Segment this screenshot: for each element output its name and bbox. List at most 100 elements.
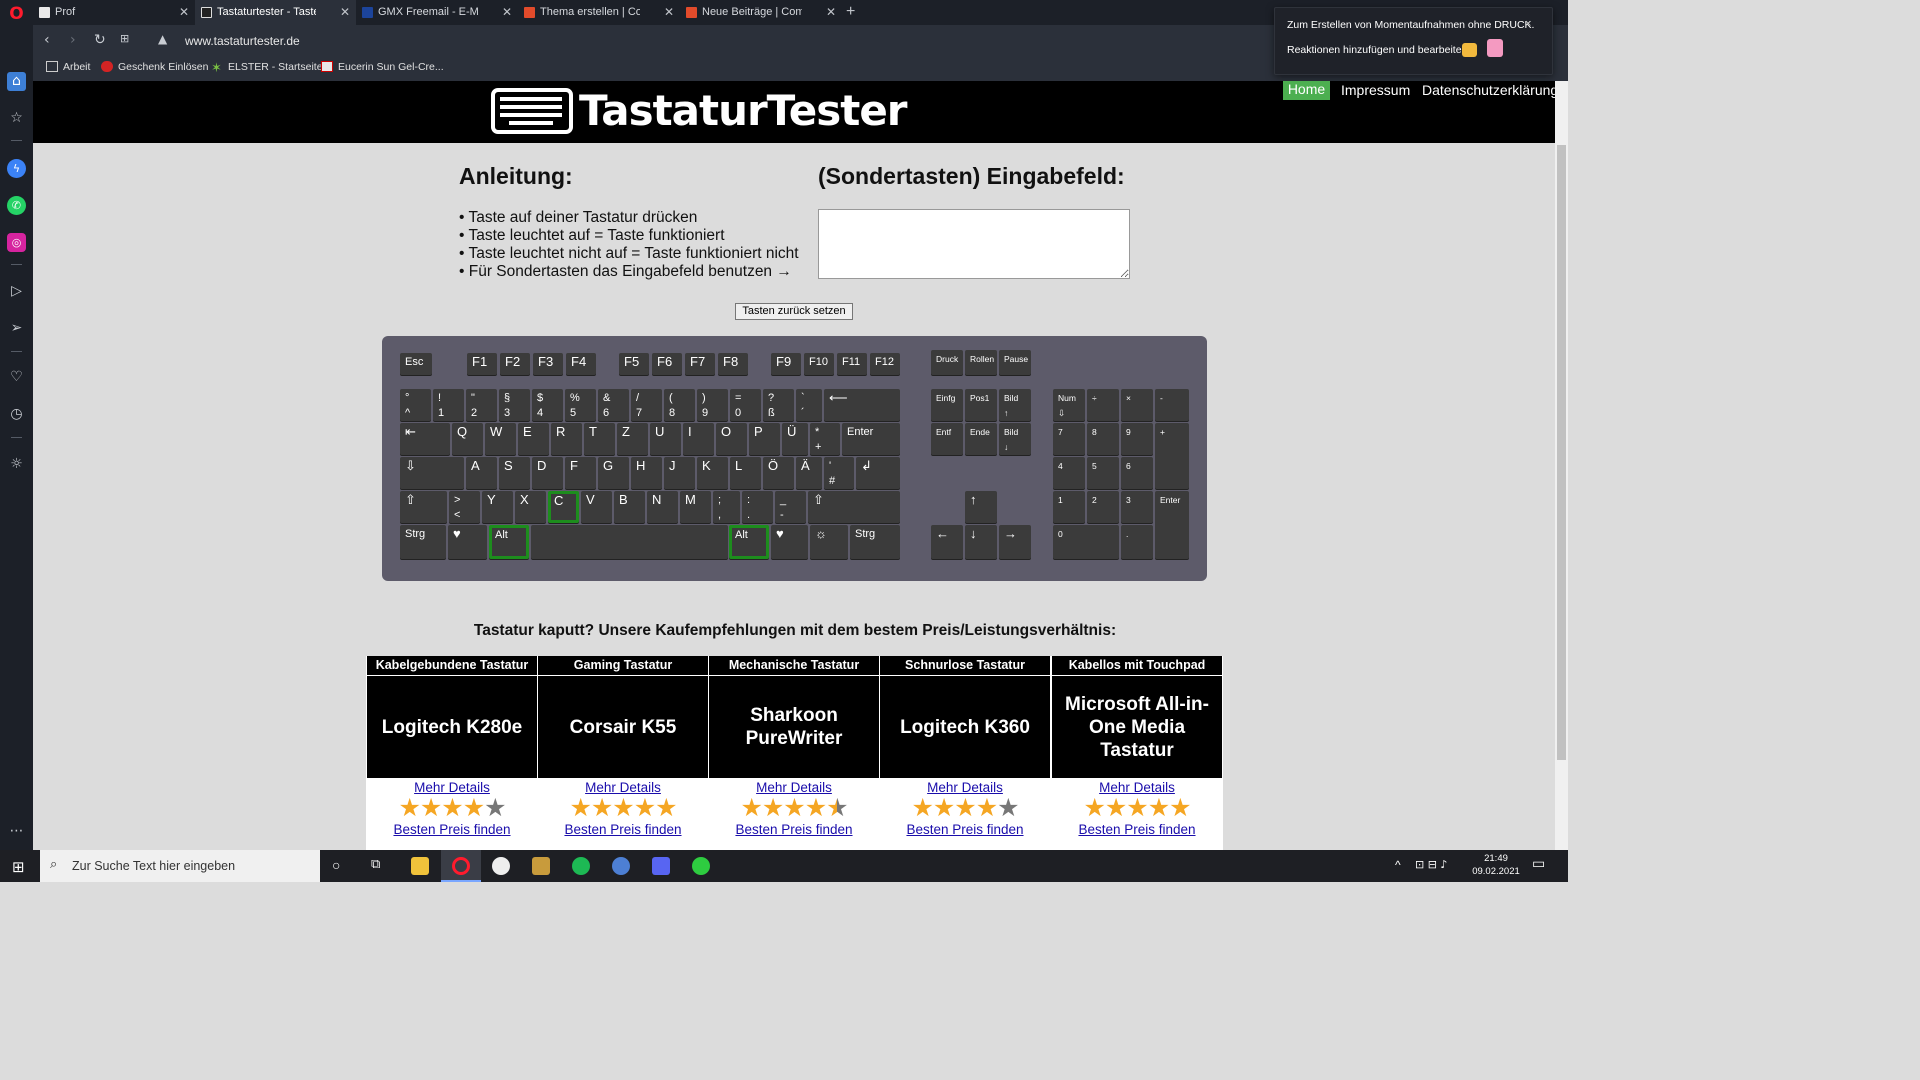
notification-icon[interactable]: ▭ — [1532, 856, 1545, 872]
gmx-icon — [362, 7, 373, 18]
key: 1 — [1053, 491, 1085, 523]
close-icon[interactable]: ✕ — [502, 0, 512, 25]
close-icon[interactable]: ✕ — [664, 0, 674, 25]
send-icon[interactable]: ➢ — [7, 319, 26, 338]
windows-start-icon[interactable]: ⊞ — [12, 858, 25, 876]
tab[interactable]: Tastaturtester - Tasten teste✕ — [195, 0, 356, 25]
key: + — [1155, 423, 1189, 489]
key: > < — [449, 491, 480, 523]
instagram-icon[interactable]: ◎ — [7, 233, 26, 252]
key: × — [1121, 389, 1153, 421]
key: ! 1 — [433, 389, 464, 421]
key: F — [565, 457, 596, 489]
product-image[interactable]: Logitech K280e — [367, 676, 537, 778]
whatsapp-icon[interactable]: ✆ — [7, 196, 26, 215]
task-view-icon[interactable]: ⧉ — [371, 857, 380, 872]
nav-datenschutz[interactable]: Datenschutzerklärung — [1422, 82, 1558, 98]
heart-icon[interactable]: ♡ — [7, 368, 26, 387]
instructions-title: Anleitung: — [459, 163, 573, 189]
close-icon[interactable]: ✕ — [826, 0, 836, 25]
new-tab-button[interactable]: + — [846, 0, 860, 25]
tab[interactable]: Neue Beiträge | ComputerB✕ — [680, 0, 842, 25]
app-icon[interactable] — [612, 857, 630, 875]
opera-icon[interactable] — [452, 857, 470, 875]
site-logo[interactable]: TastaturTester — [579, 86, 908, 135]
key: % 5 — [565, 389, 596, 421]
close-icon[interactable]: ✕ — [179, 0, 189, 25]
best-price-link[interactable]: Besten Preis finden — [538, 822, 708, 837]
key: (8 — [664, 389, 695, 421]
key: Pause — [999, 350, 1031, 375]
bookmarks-icon[interactable]: ☆ — [7, 109, 26, 128]
best-price-link[interactable]: Besten Preis finden — [880, 822, 1050, 837]
best-price-link[interactable]: Besten Preis finden — [367, 822, 537, 837]
cortana-icon[interactable]: ○ — [332, 857, 340, 873]
chevron-up-icon[interactable]: ^ — [1395, 858, 1401, 872]
bookmark[interactable]: ✶ ELSTER - Startseite — [211, 61, 323, 74]
key: F6 — [652, 353, 682, 375]
category-header: Mechanische Tastatur — [709, 656, 879, 675]
key: F11 — [837, 353, 867, 375]
history-icon[interactable]: ◷ — [7, 405, 26, 424]
star-rating: ★★★★★ — [569, 793, 677, 822]
scrollbar-thumb[interactable] — [1557, 145, 1566, 760]
tabs-grid-icon[interactable]: ⊞ — [120, 32, 129, 45]
close-icon[interactable]: × — [1525, 18, 1531, 30]
instruction-line: • Für Sondertasten das Eingabefeld benut… — [459, 263, 792, 280]
keyboard-icon — [201, 7, 212, 18]
taskbar-search[interactable]: Zur Suche Text hier eingeben — [40, 850, 320, 882]
tab[interactable]: Prof ✕ — [33, 0, 195, 25]
product-image[interactable]: Logitech K360 — [880, 676, 1050, 778]
key: → — [999, 525, 1031, 559]
opera-logo-icon[interactable]: O — [7, 5, 26, 24]
speed-dial-icon[interactable]: ⌂ — [7, 72, 26, 91]
product-image[interactable]: Sharkoon PureWriter — [709, 676, 879, 778]
product-image[interactable]: Corsair K55 — [538, 676, 708, 778]
messenger-icon[interactable]: ϟ — [7, 159, 26, 178]
search-icon: ⌕ — [50, 857, 58, 872]
spotify-icon[interactable] — [572, 857, 590, 875]
key: & 6 — [598, 389, 629, 421]
bookmark[interactable]: Geschenk Einlösen — [101, 61, 208, 73]
url-field[interactable]: www.tastaturtester.de — [185, 34, 300, 48]
tray-icons[interactable]: ⊡ ⊟ ♪ — [1415, 858, 1447, 871]
forward-icon[interactable]: › — [70, 32, 76, 48]
discord-icon[interactable] — [652, 857, 670, 875]
emoji-icon — [1462, 43, 1477, 57]
bookmark-folder[interactable]: Arbeit — [46, 61, 90, 73]
best-price-link[interactable]: Besten Preis finden — [709, 822, 879, 837]
special-keys-input[interactable] — [818, 209, 1130, 279]
star-rating: ★★★★★ — [398, 793, 506, 822]
key: _ - — [775, 491, 806, 523]
lightbulb-icon[interactable]: ☼ — [7, 455, 26, 474]
star-rating: ★★★★★ — [1083, 793, 1191, 822]
key: ← — [931, 525, 963, 559]
product-image[interactable]: Microsoft All-in-One Media Tastatur — [1052, 676, 1222, 778]
player-icon[interactable]: ▷ — [7, 282, 26, 301]
reset-keys-button[interactable]: Tasten zurück setzen — [735, 303, 853, 320]
reload-icon[interactable]: ↻ — [94, 32, 106, 48]
back-icon[interactable]: ‹ — [44, 32, 50, 48]
nav-home[interactable]: Home — [1283, 81, 1330, 100]
bookmark[interactable]: Eucerin Sun Gel-Cre... — [321, 61, 444, 73]
tab[interactable]: GMX Freemail - E-Mail mac✕ — [356, 0, 518, 25]
overwatch-icon[interactable] — [492, 857, 510, 875]
more-icon[interactable]: ⋯ — [7, 822, 26, 841]
key: :. — [742, 491, 773, 523]
key: F8 — [718, 353, 748, 375]
best-price-link[interactable]: Besten Preis finden — [1052, 822, 1222, 837]
key: D — [532, 457, 563, 489]
close-icon[interactable]: ✕ — [340, 0, 350, 25]
key: /7 — [631, 389, 662, 421]
tab[interactable]: Thema erstellen | Compute✕ — [518, 0, 680, 25]
nav-impressum[interactable]: Impressum — [1341, 82, 1410, 98]
recommendations-table: Kabelgebundene Tastatur Logitech K280e M… — [366, 656, 1223, 850]
league-icon[interactable] — [532, 857, 550, 875]
key: C — [548, 491, 579, 523]
system-clock[interactable]: 21:49 09.02.2021 — [1472, 852, 1520, 878]
warning-icon[interactable]: ▲ — [158, 32, 167, 46]
file-explorer-icon[interactable] — [411, 857, 429, 875]
key: Q — [452, 423, 483, 455]
razer-icon[interactable] — [692, 857, 710, 875]
key: 5 — [1087, 457, 1119, 489]
